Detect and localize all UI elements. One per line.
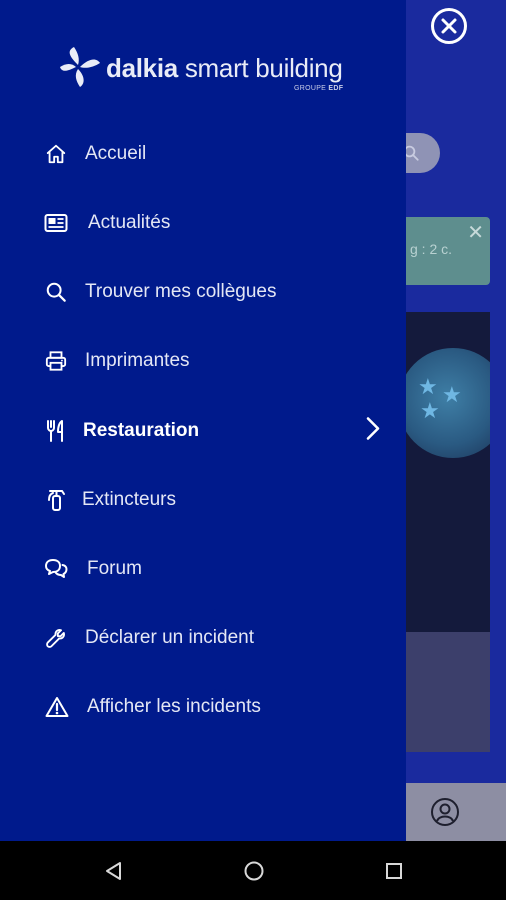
menu-label-actualites: Actualités <box>88 212 171 233</box>
star-icon: ★ <box>418 374 438 399</box>
group-prefix: GROUPE <box>294 85 329 92</box>
menu-item-actualites[interactable]: Actualités <box>0 193 406 253</box>
menu-label-declarer-un-incident: Déclarer un incident <box>85 627 254 648</box>
star-icon: ★ <box>420 398 440 423</box>
menu-label-imprimantes: Imprimantes <box>85 350 190 371</box>
dalkia-logo: dalkia smart building GROUPE EDF <box>56 45 356 97</box>
menu-item-extincteurs[interactable]: Extincteurs <box>0 470 406 530</box>
recents-square-icon <box>386 863 402 879</box>
menu-label-restauration: Restauration <box>83 420 200 441</box>
menu-item-accueil[interactable]: Accueil <box>0 124 406 184</box>
menu-label-extincteurs: Extincteurs <box>82 489 176 510</box>
search-icon <box>43 279 69 305</box>
news-icon <box>43 210 69 236</box>
system-navigation-bar <box>0 841 506 900</box>
menu-item-trouver-mes-collegues[interactable]: Trouver mes collègues <box>0 262 406 322</box>
close-icon <box>441 18 457 34</box>
profile-icon <box>430 797 460 832</box>
group-bold: EDF <box>328 85 344 92</box>
wrench-icon <box>43 625 69 651</box>
notification-close-icon: ✕ <box>467 222 484 244</box>
group-edf-label: GROUPE EDF <box>294 85 343 92</box>
fire-extinguisher-icon <box>43 487 69 513</box>
brand-bold: dalkia <box>106 53 178 83</box>
printer-icon <box>43 348 69 374</box>
warning-icon <box>44 694 70 720</box>
brand-name: dalkia smart building <box>106 53 343 84</box>
utensils-icon <box>43 418 69 444</box>
menu-label-afficher-les-incidents: Afficher les incidents <box>87 696 261 717</box>
menu-item-forum[interactable]: Forum <box>0 539 406 599</box>
back-button[interactable] <box>102 859 126 883</box>
navigation-drawer: dalkia smart building GROUPE EDF Accueil… <box>0 0 406 841</box>
recents-button[interactable] <box>382 859 406 883</box>
menu-label-forum: Forum <box>87 558 142 579</box>
home-button[interactable] <box>242 859 266 883</box>
dalkia-swirl-logo-icon <box>60 47 100 87</box>
menu-item-imprimantes[interactable]: Imprimantes <box>0 331 406 391</box>
home-circle-icon <box>244 861 264 881</box>
chevron-right-icon <box>364 416 382 447</box>
menu-label-trouver-mes-collegues: Trouver mes collègues <box>85 281 277 302</box>
app-screen: g : 2 c. ✕ ★ ★ ★ dalkia smart building G… <box>0 0 506 900</box>
menu-item-declarer-un-incident[interactable]: Déclarer un incident <box>0 608 406 668</box>
menu-label-accueil: Accueil <box>85 143 147 164</box>
home-icon <box>43 141 69 167</box>
chat-bubbles-icon <box>43 556 69 582</box>
close-drawer-button[interactable] <box>431 8 467 44</box>
back-triangle-icon <box>106 862 121 880</box>
star-icon: ★ <box>442 382 462 407</box>
brand-rest: smart building <box>177 53 343 83</box>
menu-item-afficher-les-incidents[interactable]: Afficher les incidents <box>0 677 406 737</box>
notification-text: g : 2 c. <box>410 241 453 257</box>
menu-item-restauration[interactable]: Restauration <box>0 401 406 461</box>
